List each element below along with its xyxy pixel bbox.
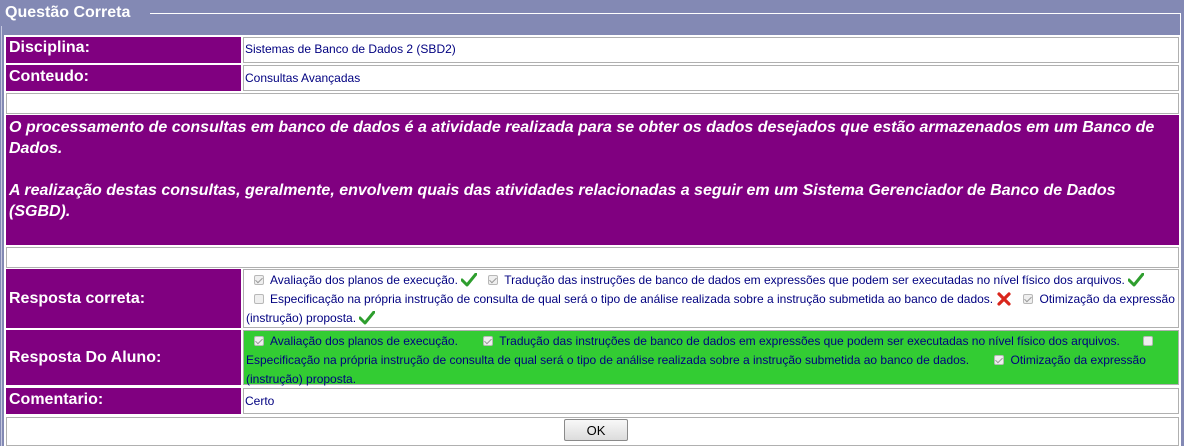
checkbox[interactable] — [254, 275, 264, 285]
checkbox[interactable] — [254, 336, 264, 346]
question-paragraph-1: O processamento de consultas em banco de… — [9, 119, 1155, 157]
checkbox[interactable] — [1143, 336, 1154, 346]
fieldset-legend: Questão Correta — [0, 0, 133, 26]
resposta-aluno-row: Resposta Do Aluno: Avaliação dos planos … — [4, 328, 1180, 386]
student-option-2: Tradução das instruções de banco de dado… — [461, 334, 1120, 348]
spacer-row — [6, 93, 1179, 114]
resposta-aluno-label: Resposta Do Aluno: — [6, 330, 241, 385]
comentario-row: Comentario: Certo — [4, 386, 1180, 415]
comentario-value: Certo — [243, 388, 1179, 414]
fieldset-border-top — [150, 13, 1180, 14]
checkbox[interactable] — [994, 355, 1005, 365]
button-row: OK — [4, 415, 1180, 446]
correct-option-2: Tradução das instruções de banco de dado… — [480, 273, 1144, 287]
cross-icon — [997, 292, 1011, 306]
resposta-correta-options: Avaliação dos planos de execução. Traduç… — [243, 269, 1179, 328]
resposta-correta-row: Resposta correta: Avaliação dos planos d… — [4, 267, 1180, 329]
option-text: Avaliação dos planos de execução. — [270, 273, 458, 287]
option-text: Avaliação dos planos de execução. — [270, 334, 458, 348]
fieldset-border-right — [1180, 13, 1181, 446]
student-option-1: Avaliação dos planos de execução. — [246, 334, 458, 348]
conteudo-row: Conteudo: Consultas Avançadas — [4, 63, 1180, 92]
check-icon — [460, 273, 477, 287]
checkbox[interactable] — [254, 294, 264, 304]
option-text: Especificação na própria instrução de co… — [270, 292, 994, 306]
disciplina-row: Disciplina: Sistemas de Banco de Dados 2… — [4, 35, 1180, 64]
conteudo-value: Consultas Avançadas — [243, 65, 1179, 91]
option-text: Especificação na própria instrução de co… — [246, 353, 970, 367]
check-icon — [1127, 273, 1144, 287]
question-text: O processamento de consultas em banco de… — [6, 115, 1179, 245]
spacer-row — [6, 247, 1179, 268]
checkbox[interactable] — [1023, 294, 1034, 304]
correct-option-3: Especificação na própria instrução de co… — [246, 292, 1012, 306]
correct-option-1: Avaliação dos planos de execução. — [246, 273, 477, 287]
disciplina-label: Disciplina: — [6, 37, 241, 63]
check-icon — [359, 311, 376, 325]
resposta-correta-label: Resposta correta: — [6, 269, 241, 328]
option-text: Tradução das instruções de banco de dado… — [504, 273, 1125, 287]
question-paragraph-2: A realização destas consultas, geralment… — [9, 182, 1116, 220]
question-table: Disciplina: Sistemas de Banco de Dados 2… — [4, 35, 1180, 446]
conteudo-label: Conteudo: — [6, 65, 241, 91]
resposta-aluno-options: Avaliação dos planos de execução. Traduç… — [243, 330, 1179, 386]
ok-button[interactable]: OK — [564, 419, 628, 441]
option-text: Tradução das instruções de banco de dado… — [499, 334, 1120, 348]
checkbox[interactable] — [483, 336, 494, 346]
fieldset-border-left — [1, 13, 2, 446]
disciplina-value: Sistemas de Banco de Dados 2 (SBD2) — [243, 37, 1179, 63]
comentario-label: Comentario: — [6, 388, 241, 414]
checkbox[interactable] — [488, 275, 499, 285]
